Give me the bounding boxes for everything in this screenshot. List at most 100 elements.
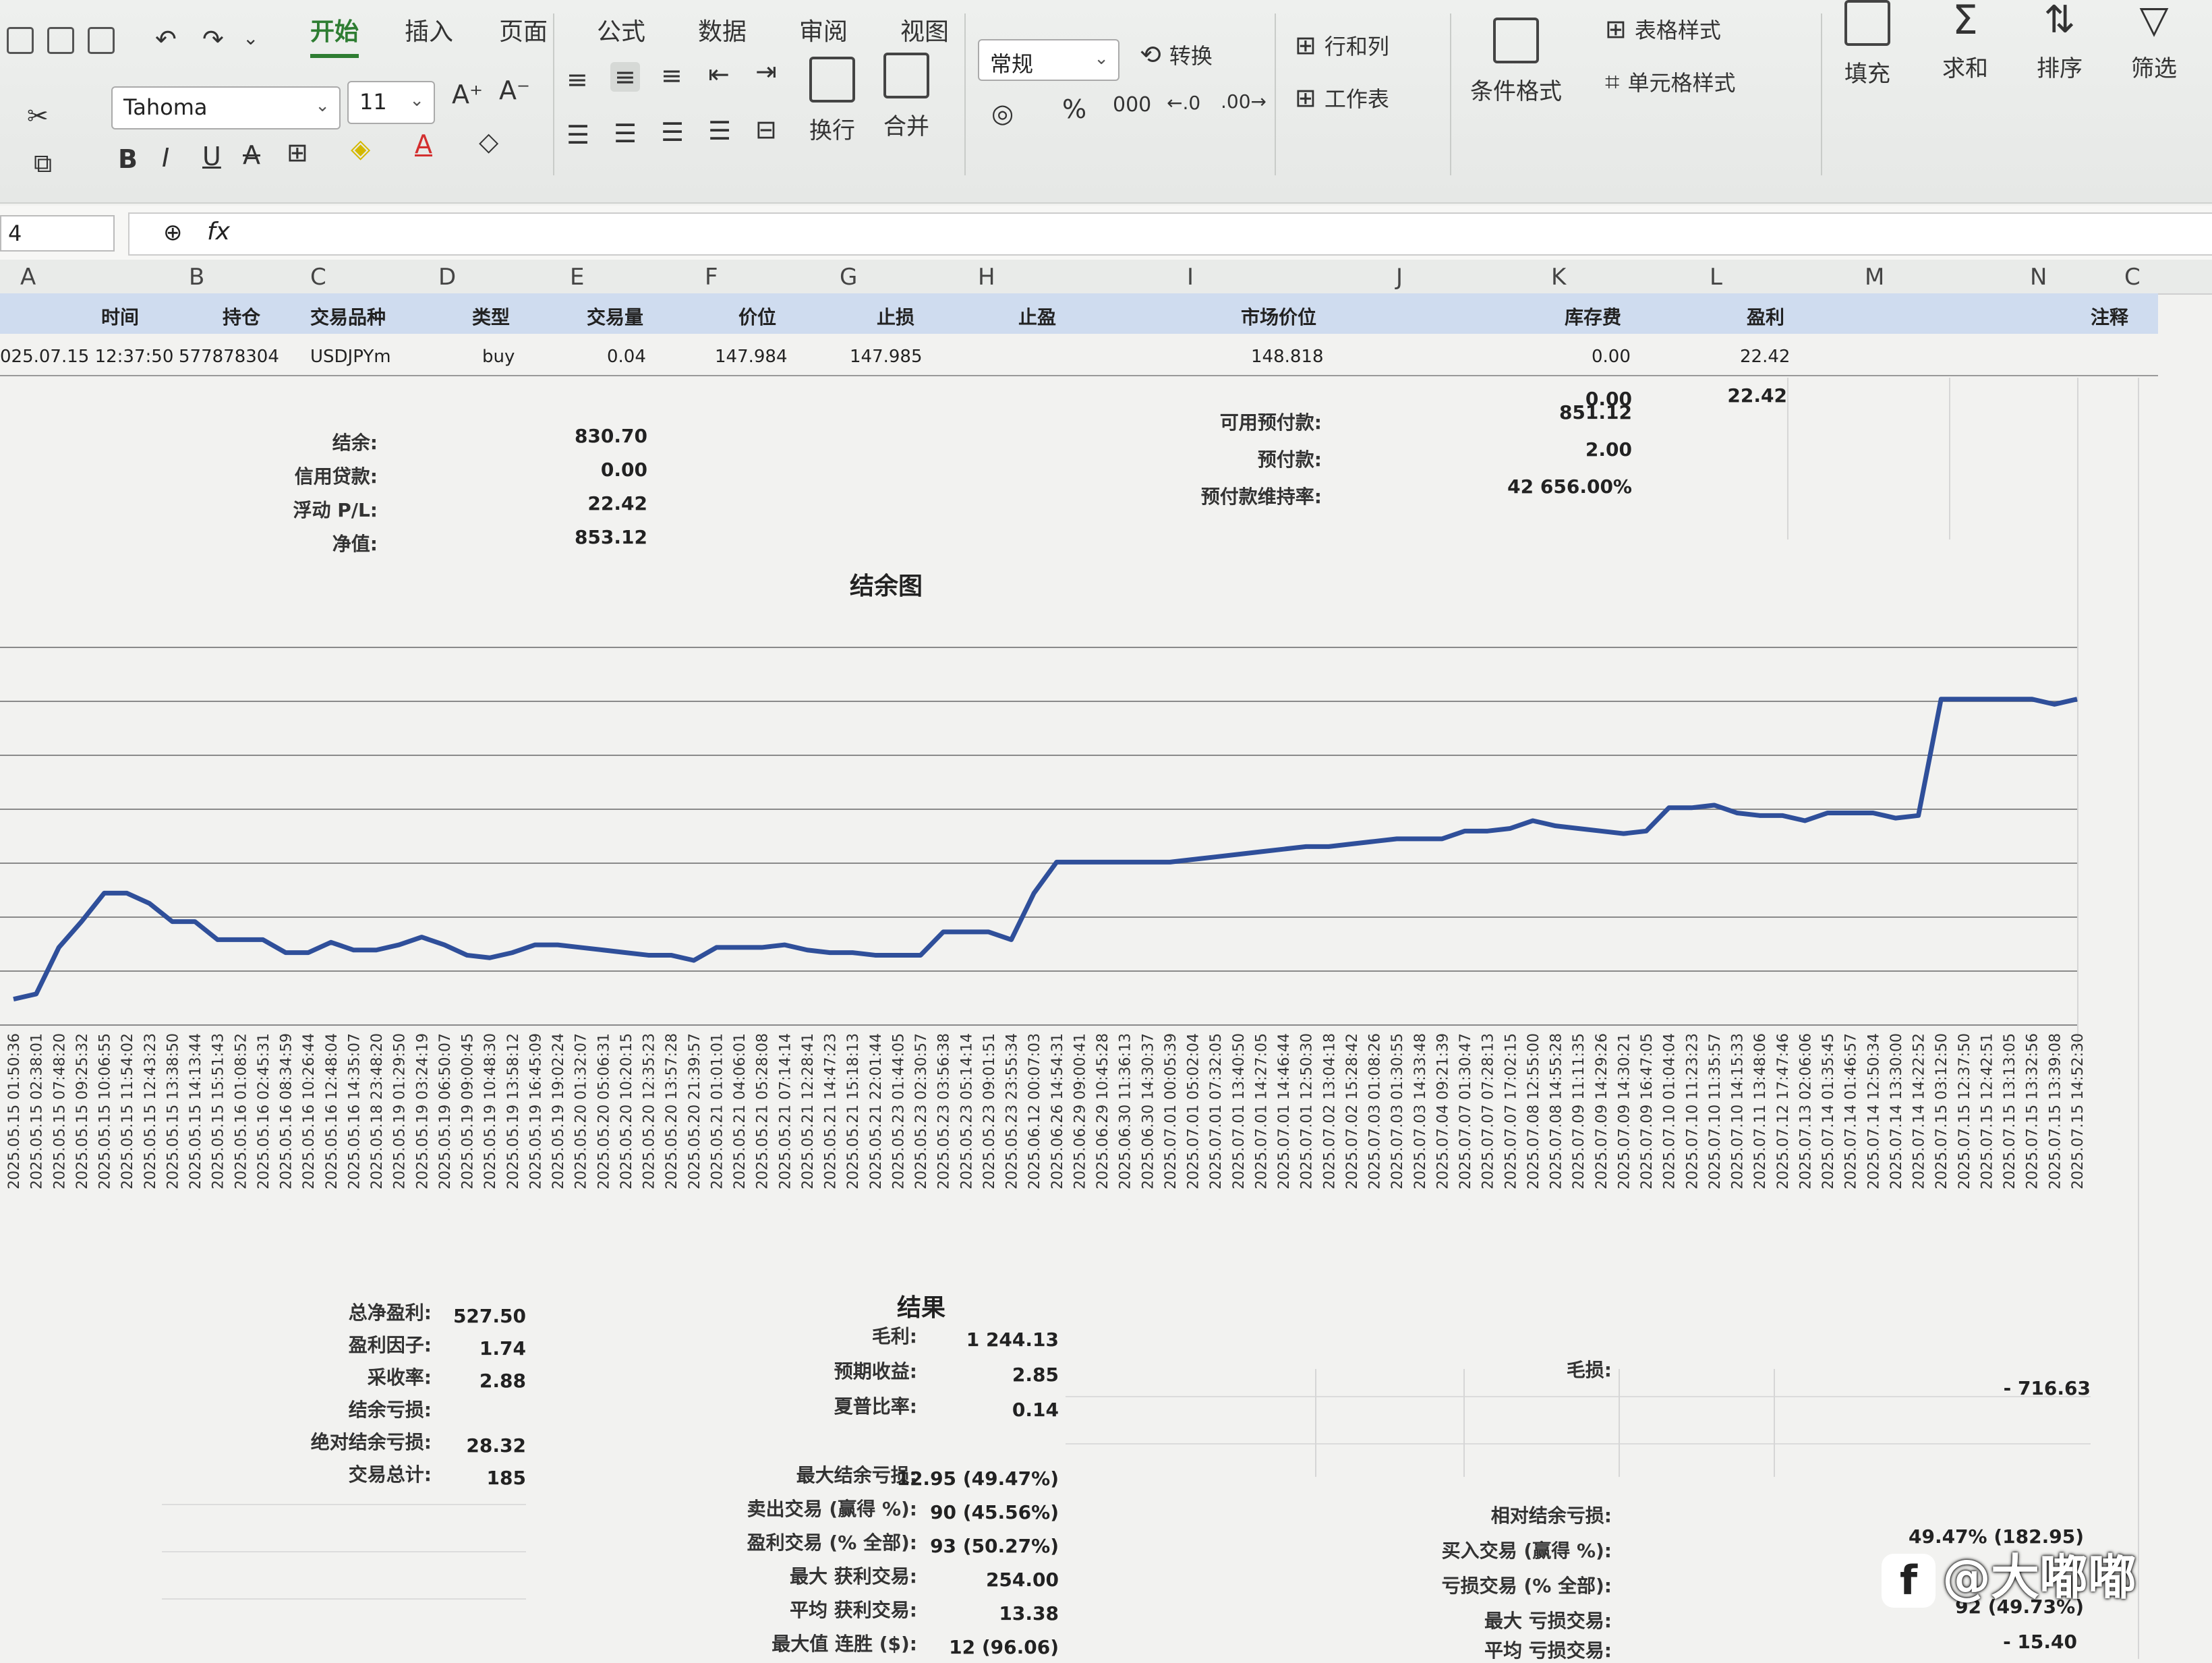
name-box[interactable]: 4: [0, 215, 115, 252]
font-size-select[interactable]: 11 ⌄: [347, 81, 435, 124]
x-tick-label: 2025.05.15 13:38:50: [165, 1033, 181, 1190]
col-header[interactable]: F: [705, 264, 718, 291]
col-header[interactable]: G: [840, 264, 857, 291]
col-header[interactable]: E: [570, 264, 584, 291]
gross-profit-label: 毛利:: [871, 1325, 917, 1347]
justify-icon[interactable]: ☰: [708, 116, 731, 146]
col-header[interactable]: H: [978, 264, 995, 291]
filter-button[interactable]: ▽ 筛选: [2131, 0, 2177, 83]
floating-pl-label: 浮动 P/L:: [293, 499, 378, 521]
total-net-profit-value: 527.50: [453, 1305, 526, 1327]
fill-color-icon[interactable]: ◈: [351, 134, 370, 163]
align-center-icon[interactable]: ☰: [614, 119, 637, 148]
tab-formula[interactable]: 公式: [597, 12, 645, 47]
font-color-icon[interactable]: A: [415, 129, 432, 159]
x-tick-label: 2025.05.19 16:45:09: [527, 1033, 544, 1190]
decrease-decimal-icon[interactable]: .00→: [1221, 90, 1267, 113]
increase-decimal-icon[interactable]: ←.0: [1167, 92, 1200, 114]
convert-button[interactable]: ⟲ 转换: [1140, 39, 1213, 70]
cell-type[interactable]: buy: [482, 347, 515, 367]
tab-review[interactable]: 审阅: [799, 12, 848, 47]
tab-data[interactable]: 数据: [698, 12, 747, 47]
print-preview-icon[interactable]: [88, 27, 115, 54]
cell-profit[interactable]: 22.42: [1740, 347, 1790, 367]
tab-page[interactable]: 页面: [499, 12, 548, 47]
cell-price[interactable]: 147.984: [715, 347, 788, 367]
fx-icon[interactable]: fx: [207, 218, 230, 245]
strikethrough-icon[interactable]: A: [243, 140, 260, 170]
rows-cols-button[interactable]: ⊞ 行和列: [1295, 30, 1389, 61]
x-tick-label: 2025.05.23 23:55:34: [1004, 1033, 1021, 1190]
table-style-button[interactable]: ⊞ 表格样式: [1605, 13, 1721, 45]
indent-increase-icon[interactable]: ⇥: [755, 57, 777, 86]
underline-icon[interactable]: U: [202, 142, 221, 171]
wrap-text-button[interactable]: 换行: [809, 57, 855, 145]
merge-button[interactable]: 合并: [883, 53, 929, 141]
x-tick-label: 2025.06.30 11:36:13: [1117, 1033, 1134, 1190]
sigma-icon: Σ: [1952, 0, 1978, 44]
clear-format-icon[interactable]: ◇: [479, 127, 498, 156]
distribute-icon[interactable]: ⊟: [755, 115, 777, 144]
number-format-select[interactable]: 常规 ⌄: [978, 39, 1119, 81]
align-top-icon[interactable]: ≡: [566, 65, 588, 94]
col-header[interactable]: D: [438, 264, 456, 291]
print-icon[interactable]: [47, 27, 74, 54]
col-header[interactable]: J: [1396, 264, 1403, 291]
cell-style-button[interactable]: ⌗ 单元格样式: [1605, 66, 1736, 97]
col-header[interactable]: C: [2124, 264, 2141, 291]
fill-button[interactable]: 填充: [1844, 0, 1890, 88]
percent-button[interactable]: %: [1062, 94, 1086, 124]
col-header[interactable]: B: [189, 264, 204, 291]
save-icon[interactable]: [7, 27, 34, 54]
col-header[interactable]: A: [20, 264, 36, 291]
col-header[interactable]: I: [1187, 264, 1194, 291]
cell-time[interactable]: 025.07.15 12:37:50: [0, 347, 173, 367]
sort-button[interactable]: ⇅ 排序: [2037, 0, 2083, 83]
decrease-font-icon[interactable]: A⁻: [499, 76, 530, 105]
col-header[interactable]: C: [310, 264, 326, 291]
column-headers: A B C D E F G H I J K L M N C: [0, 260, 2212, 295]
col-header[interactable]: K: [1551, 264, 1566, 291]
col-header[interactable]: N: [2030, 264, 2047, 291]
sum-button[interactable]: Σ 求和: [1942, 0, 1988, 83]
table-row[interactable]: 025.07.15 12:37:50 577878304 USDJPYm buy…: [0, 337, 2158, 376]
x-tick-label: 2025.07.03 01:08:26: [1367, 1033, 1384, 1190]
gross-loss-label: 毛损:: [1566, 1359, 1612, 1381]
cell-volume[interactable]: 0.04: [607, 347, 646, 367]
align-right-icon[interactable]: ☰: [661, 117, 684, 147]
align-bottom-icon[interactable]: ≡: [661, 61, 682, 90]
increase-font-icon[interactable]: A⁺: [452, 80, 483, 109]
currency-icon[interactable]: ◎: [991, 98, 1014, 128]
indent-decrease-icon[interactable]: ⇤: [708, 59, 730, 89]
cell-ticket[interactable]: 577878304: [179, 347, 279, 367]
tab-view[interactable]: 视图: [900, 12, 949, 47]
undo-icon[interactable]: ↶: [155, 24, 177, 54]
col-header[interactable]: L: [1710, 264, 1722, 291]
balance-drawdown-label: 结余亏损:: [348, 1399, 432, 1421]
border-icon[interactable]: ⊞: [287, 138, 308, 167]
cut-icon[interactable]: ✂: [27, 101, 49, 131]
redo-icon[interactable]: ↷: [202, 24, 224, 54]
font-name-select[interactable]: Tahoma ⌄: [111, 86, 341, 129]
formula-input[interactable]: ⊕ fx: [128, 212, 2212, 256]
tab-insert[interactable]: 插入: [405, 12, 453, 47]
cell-symbol[interactable]: USDJPYm: [310, 347, 391, 367]
chevron-down-icon[interactable]: ⌄: [243, 27, 258, 49]
worksheet-button[interactable]: ⊞ 工作表: [1295, 82, 1389, 113]
cell-stop-loss[interactable]: 147.985: [850, 347, 923, 367]
conditional-format-button[interactable]: 条件格式: [1470, 18, 1562, 106]
thousands-separator-button[interactable]: 000: [1113, 93, 1151, 117]
copy-icon[interactable]: ⧉: [34, 148, 52, 179]
bold-icon[interactable]: B: [118, 144, 138, 174]
cell-swap[interactable]: 0.00: [1592, 347, 1631, 367]
italic-icon[interactable]: I: [162, 143, 169, 173]
align-middle-icon[interactable]: ≡: [610, 62, 640, 92]
x-tick-label: 2025.07.03 14:33:48: [1412, 1033, 1429, 1190]
tab-home[interactable]: 开始: [310, 12, 359, 58]
col-header[interactable]: M: [1865, 264, 1884, 291]
absolute-drawdown-value: 28.32: [466, 1434, 526, 1457]
x-tick-label: 2025.05.19 10:48:30: [482, 1033, 499, 1190]
cell-market-price[interactable]: 148.818: [1251, 347, 1324, 367]
zoom-icon[interactable]: ⊕: [163, 219, 183, 246]
align-left-icon[interactable]: ☰: [566, 120, 589, 150]
